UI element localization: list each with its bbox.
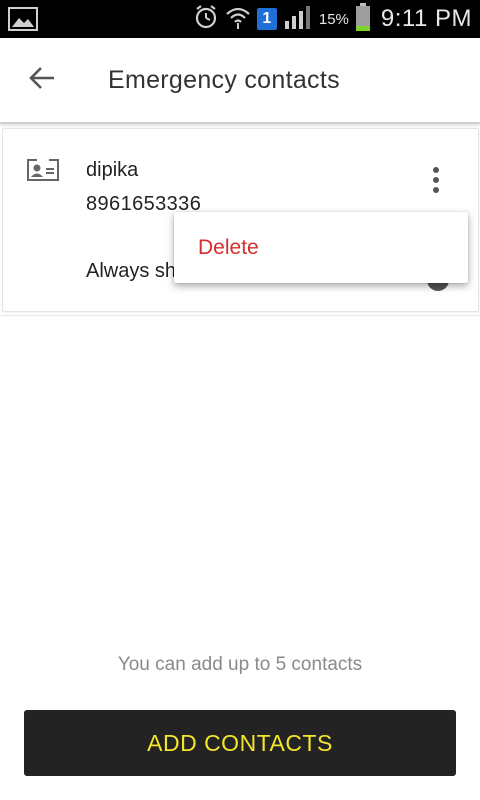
page-title: Emergency contacts xyxy=(108,66,340,94)
app-bar: Emergency contacts xyxy=(0,38,480,124)
divider xyxy=(0,315,480,316)
contacts-limit-note: You can add up to 5 contacts xyxy=(117,654,363,675)
contact-name: dipika xyxy=(86,159,139,181)
battery-percent: 15% xyxy=(318,10,349,28)
signal-icon xyxy=(283,5,313,34)
share-status-label: Always sh xyxy=(86,260,177,282)
status-time: 9:11 PM xyxy=(380,5,472,32)
add-contacts-button[interactable]: ADD CONTACTS xyxy=(24,710,456,776)
context-menu: Delete xyxy=(174,212,468,283)
arrow-back-icon[interactable] xyxy=(26,62,58,94)
more-vert-icon[interactable] xyxy=(421,165,451,195)
gallery-icon xyxy=(8,7,38,36)
notification-badge: 1 xyxy=(256,8,277,30)
wifi-icon xyxy=(225,5,251,34)
delete-menu-item[interactable]: Delete xyxy=(198,236,259,260)
battery-icon xyxy=(355,2,371,36)
contact-card-icon xyxy=(27,157,59,181)
alarm-icon xyxy=(193,4,219,35)
status-bar: 1 15% 9:11 PM xyxy=(0,0,480,38)
